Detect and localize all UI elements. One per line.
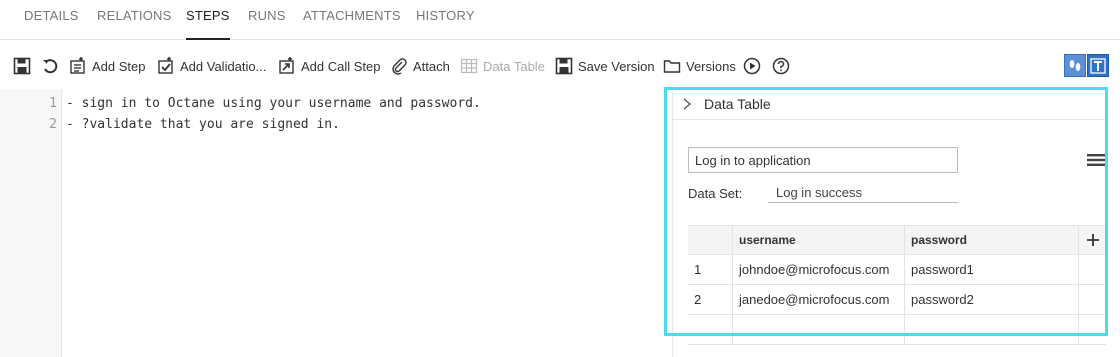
add-validation-icon <box>158 57 173 74</box>
help-circle-icon <box>772 57 790 75</box>
folder-icon <box>663 60 681 73</box>
tab-relations[interactable]: RELATIONS <box>97 0 172 40</box>
row-index: 2 <box>688 285 733 314</box>
column-header-username[interactable]: username <box>733 226 905 254</box>
line-number-gutter: 1 2 <box>0 89 62 357</box>
data-set-label: Data Set: <box>688 186 743 201</box>
attach-label: Attach <box>413 58 450 74</box>
undo-icon <box>43 59 58 74</box>
footsteps-icon <box>1069 59 1081 71</box>
password-cell[interactable] <box>905 315 1079 344</box>
column-header-index <box>688 226 733 254</box>
password-cell[interactable]: password2 <box>905 285 1079 314</box>
table-row: 1 johndoe@microfocus.com password1 <box>688 255 1106 285</box>
add-call-step-icon <box>279 57 294 74</box>
add-step-label: Add Step <box>92 58 146 74</box>
save-icon <box>13 57 31 75</box>
tab-steps[interactable]: STEPS <box>186 0 230 40</box>
add-validation-label: Add Validatio... <box>180 58 267 74</box>
data-table-collapse-header[interactable]: Data Table <box>680 94 771 114</box>
versions-button[interactable]: Versions <box>663 55 736 77</box>
table-header-row: username password <box>688 225 1106 255</box>
undo-button[interactable] <box>41 55 64 77</box>
step-line[interactable]: - sign in to Octane using your username … <box>66 96 481 111</box>
save-version-label: Save Version <box>578 58 655 74</box>
username-cell[interactable]: johndoe@microfocus.com <box>733 255 905 284</box>
plus-icon <box>1086 234 1099 246</box>
save-button[interactable] <box>13 55 36 77</box>
row-index <box>688 315 733 344</box>
tab-attachments[interactable]: ATTACHMENTS <box>303 0 401 40</box>
versions-label: Versions <box>686 58 736 74</box>
password-cell[interactable]: password1 <box>905 255 1079 284</box>
add-step-icon <box>70 57 85 74</box>
username-cell[interactable] <box>733 315 905 344</box>
tab-runs[interactable]: RUNS <box>248 0 286 40</box>
run-button[interactable] <box>743 55 766 77</box>
data-table-name-input[interactable] <box>688 147 958 173</box>
divider <box>672 119 1108 120</box>
text-view-toggle[interactable] <box>1087 54 1109 77</box>
data-table-button[interactable]: Data Table <box>460 55 545 77</box>
tab-bar: DETAILS RELATIONS STEPS RUNS ATTACHMENTS… <box>0 0 1120 40</box>
line-number: 1 <box>49 96 57 111</box>
attach-button[interactable]: Attach <box>390 55 450 77</box>
data-set-input[interactable] <box>768 183 958 203</box>
paperclip-icon <box>392 58 407 75</box>
add-call-step-label: Add Call Step <box>301 58 381 74</box>
username-cell[interactable]: janedoe@microfocus.com <box>733 285 905 314</box>
row-index: 1 <box>688 255 733 284</box>
steps-toolbar: Add Step Add Validatio... Add Call Step … <box>0 41 1120 89</box>
column-header-password[interactable]: password <box>905 226 1079 254</box>
line-number: 2 <box>49 117 57 132</box>
menu-icon[interactable] <box>1087 153 1105 167</box>
table-row-empty <box>688 315 1106 345</box>
tab-history[interactable]: HISTORY <box>416 0 475 40</box>
save-version-button[interactable]: Save Version <box>555 55 655 77</box>
add-step-button[interactable]: Add Step <box>69 55 146 77</box>
text-view-icon <box>1090 57 1106 74</box>
tab-details[interactable]: DETAILS <box>24 0 79 40</box>
table-row: 2 janedoe@microfocus.com password2 <box>688 285 1106 315</box>
add-validation-button[interactable]: Add Validatio... <box>157 55 266 77</box>
table-icon <box>460 58 478 74</box>
add-column-button[interactable] <box>1079 226 1106 254</box>
save-version-icon <box>555 57 573 75</box>
play-circle-icon <box>743 57 761 75</box>
add-call-step-button[interactable]: Add Call Step <box>278 55 381 77</box>
help-button[interactable] <box>772 55 795 77</box>
data-table-label: Data Table <box>483 58 545 74</box>
step-line[interactable]: - ?validate that you are signed in. <box>66 117 340 132</box>
keyword-view-toggle[interactable] <box>1064 54 1086 77</box>
steps-editor[interactable]: 1 2 - sign in to Octane using your usern… <box>0 89 672 357</box>
data-table-title: Data Table <box>704 96 771 112</box>
chevron-right-icon <box>683 98 692 110</box>
